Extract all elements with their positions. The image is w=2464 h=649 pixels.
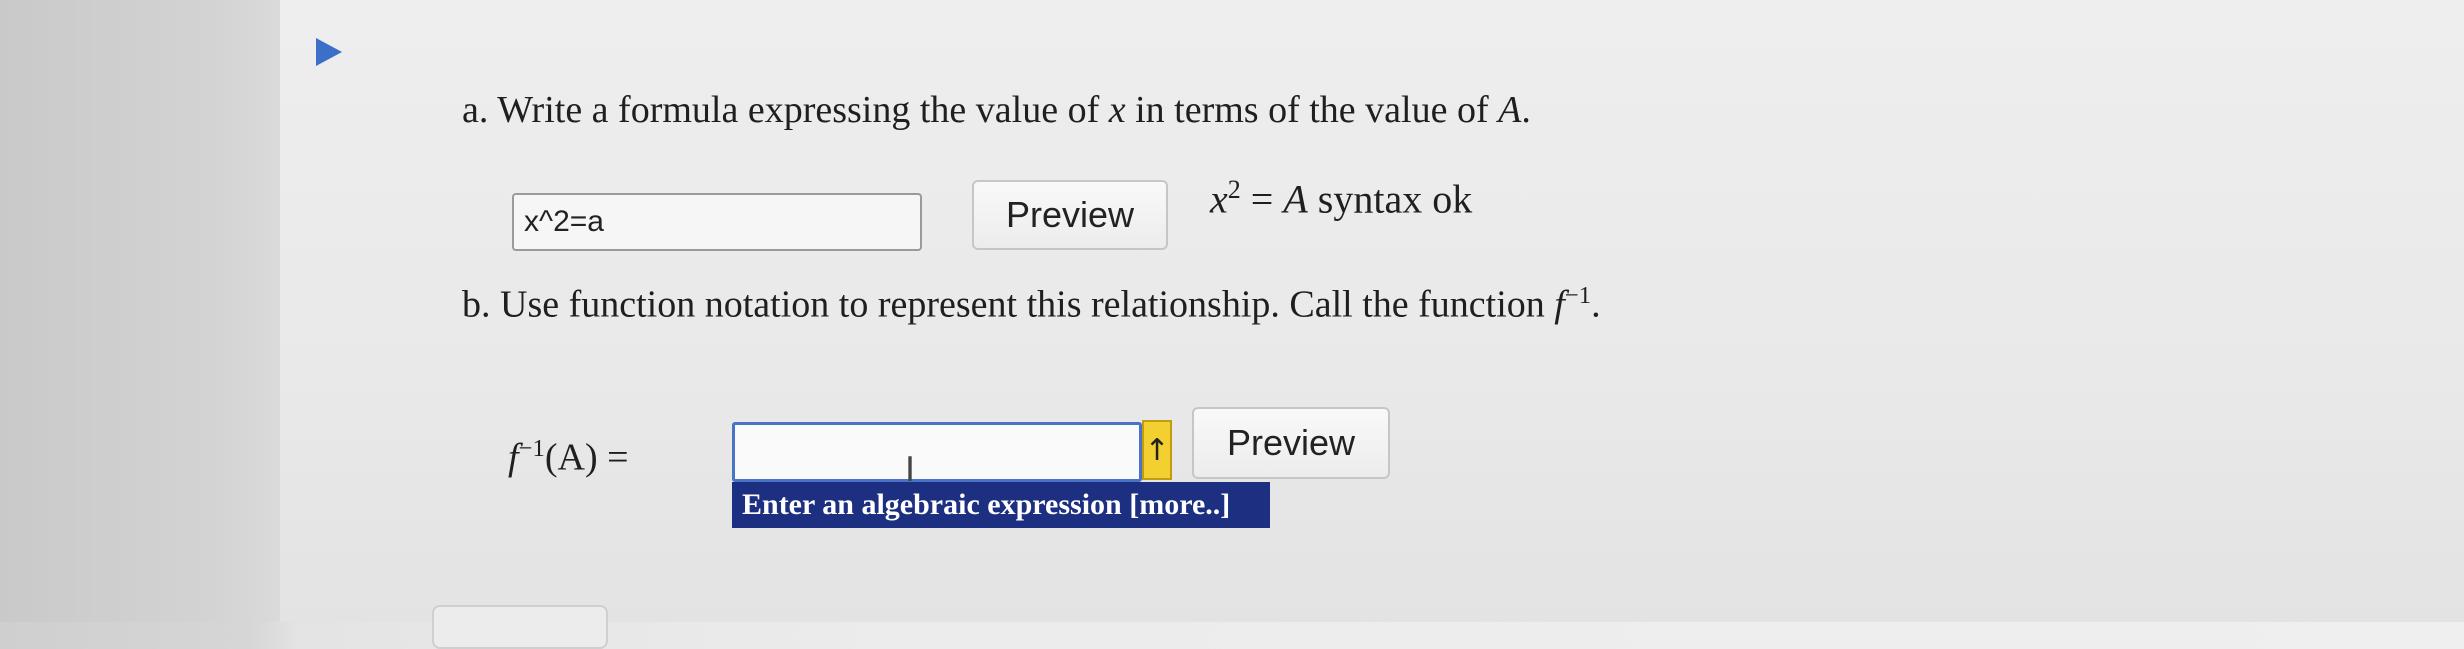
label-f: f [508,436,519,479]
question-a: a. Write a formula expressing the value … [462,88,1531,132]
result-equals: = [1250,176,1274,222]
question-b-prefix: b. [462,283,491,326]
question-a-text-1: Write a formula expressing the value of [497,89,1100,131]
result-var: A [1283,176,1308,222]
question-a-prefix: a. [462,89,489,131]
question-a-var-x: x [1108,89,1126,131]
question-b: b. Use function notation to represent th… [462,282,1601,327]
play-triangle-icon[interactable] [316,38,342,66]
question-b-end: . [1591,283,1601,326]
answer-b-label: f−1(A) = [508,435,629,480]
label-exp: −1 [518,435,545,462]
question-a-var-A: A [1498,89,1522,131]
question-a-text-2: in terms of the value of [1135,89,1489,131]
label-args: (A) = [544,436,629,479]
preview-a-result: x2 = A syntax ok [1210,175,1472,222]
preview-b-button[interactable]: Preview [1192,407,1390,479]
answer-a-input[interactable]: x^2=a [512,193,922,251]
question-a-end: . [1521,89,1531,131]
question-b-function-exp: −1 [1564,282,1592,309]
answer-b-input[interactable] [732,422,1142,482]
preview-a-button[interactable]: Preview [972,180,1168,250]
up-arrow-icon[interactable]: ↑ [1142,420,1172,480]
left-background [0,0,300,622]
result-status: syntax ok [1317,176,1473,222]
submit-button[interactable] [432,605,608,649]
question-b-text: Use function notation to represent this … [500,283,1545,326]
input-hint-tooltip[interactable]: Enter an algebraic expression [more..] [732,482,1270,528]
question-b-function: f [1554,283,1565,326]
result-base: x [1210,176,1228,222]
result-exponent: 2 [1227,175,1241,204]
